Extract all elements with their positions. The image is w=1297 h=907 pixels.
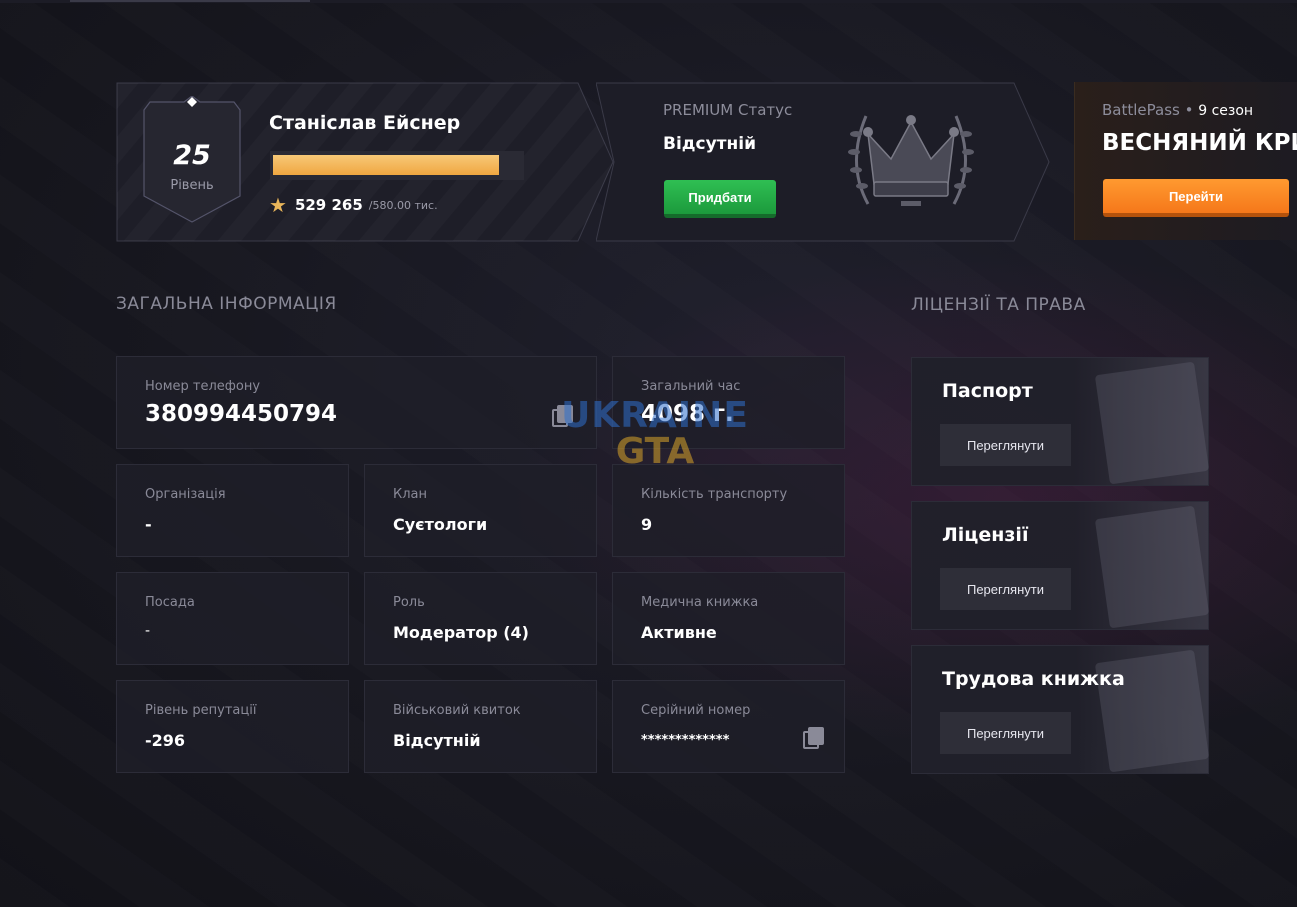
clan-value: Суєтологи [393,515,488,534]
top-nav-line [0,0,1297,3]
star-icon: ★ [269,193,287,217]
general-info-title: ЗАГАЛЬНА ІНФОРМАЦІЯ [116,294,337,314]
total-time-card: Загальний час 4098 г. [612,356,845,449]
medical-value: Активне [641,623,717,642]
phone-label: Номер телефону [145,379,261,394]
copy-phone-icon[interactable] [552,405,573,427]
total-time-label: Загальний час [641,379,741,394]
view-passport-button[interactable]: Переглянути [940,424,1071,466]
phone-card: Номер телефону 380994450794 [116,356,597,449]
buy-premium-button[interactable]: Придбати [664,180,776,218]
clan-label: Клан [393,487,428,502]
separator-dot: • [1184,101,1199,119]
clan-card: Клан Суєтологи [364,464,597,557]
passport-document-image [1094,361,1210,485]
battlepass-go-button[interactable]: Перейти [1103,179,1289,217]
xp-value: 529 265 [294,196,363,214]
serial-label: Серійний номер [641,703,751,718]
crown-icon [848,115,974,206]
role-label: Роль [393,595,425,610]
serial-value: ************* [641,733,730,748]
battlepass-label: BattlePass • 9 сезон [1102,101,1253,119]
reputation-value: -296 [145,731,186,750]
level-number: 25 [173,140,211,171]
battlepass-panel: BattlePass • 9 сезон ВЕСНЯНИЙ КРИ Перейт… [1074,82,1297,240]
reputation-label: Рівень репутації [145,703,257,718]
workbook-title: Трудова книжка [942,668,1125,690]
xp-progress-fill [273,155,499,175]
passport-card: Паспорт Переглянути [911,357,1210,486]
position-label: Посада [145,595,195,610]
level-badge: 25 Рівень [142,96,242,224]
role-card: Роль Модератор (4) [364,572,597,665]
licenses-card: Ліцензії Переглянути [911,501,1210,630]
premium-panel: PREMIUM Статус Відсутній Придбати [596,82,1050,242]
workbook-card: Трудова книжка Переглянути [911,645,1210,774]
player-name: Станіслав Ейснер [269,112,461,134]
licenses-card-title: Ліцензії [942,524,1029,546]
role-value: Модератор (4) [393,623,529,642]
battlepass-label-text: BattlePass [1102,101,1180,119]
licenses-title: ЛІЦЕНЗІЇ ТА ПРАВА [911,295,1086,315]
battlepass-season: 9 сезон [1198,103,1254,119]
organization-value: - [145,515,152,534]
phone-value: 380994450794 [145,401,338,427]
player-panel: 25 Рівень Станіслав Ейснер ★ 529 265 /58… [116,82,614,242]
position-value: - [145,623,151,639]
medical-label: Медична книжка [641,595,759,610]
military-value: Відсутній [393,731,481,750]
position-card: Посада - [116,572,349,665]
medical-card: Медична книжка Активне [612,572,845,665]
serial-card: Серійний номер ************* [612,680,845,773]
organization-card: Організація - [116,464,349,557]
xp-max: /580.00 тис. [368,198,438,212]
passport-title: Паспорт [942,380,1033,402]
copy-serial-icon[interactable] [803,727,824,749]
level-label: Рівень [170,178,214,193]
total-time-value: 4098 г. [641,401,734,427]
battlepass-title: ВЕСНЯНИЙ КРИ [1102,130,1297,156]
premium-label: PREMIUM Статус [663,101,793,119]
vehicles-value: 9 [641,515,653,534]
organization-label: Організація [145,487,226,502]
xp-row: ★ 529 265 /580.00 тис. [269,193,438,217]
premium-status: Відсутній [663,134,757,154]
military-card: Військовий квиток Відсутній [364,680,597,773]
vehicles-card: Кількість транспорту 9 [612,464,845,557]
vehicles-label: Кількість транспорту [641,487,788,502]
view-licenses-button[interactable]: Переглянути [940,568,1071,610]
licenses-document-image [1094,505,1210,629]
view-workbook-button[interactable]: Переглянути [940,712,1071,754]
reputation-card: Рівень репутації -296 [116,680,349,773]
top-nav-active-indicator [70,0,310,2]
military-label: Військовий квиток [393,703,521,718]
xp-progress-bar [270,151,524,180]
